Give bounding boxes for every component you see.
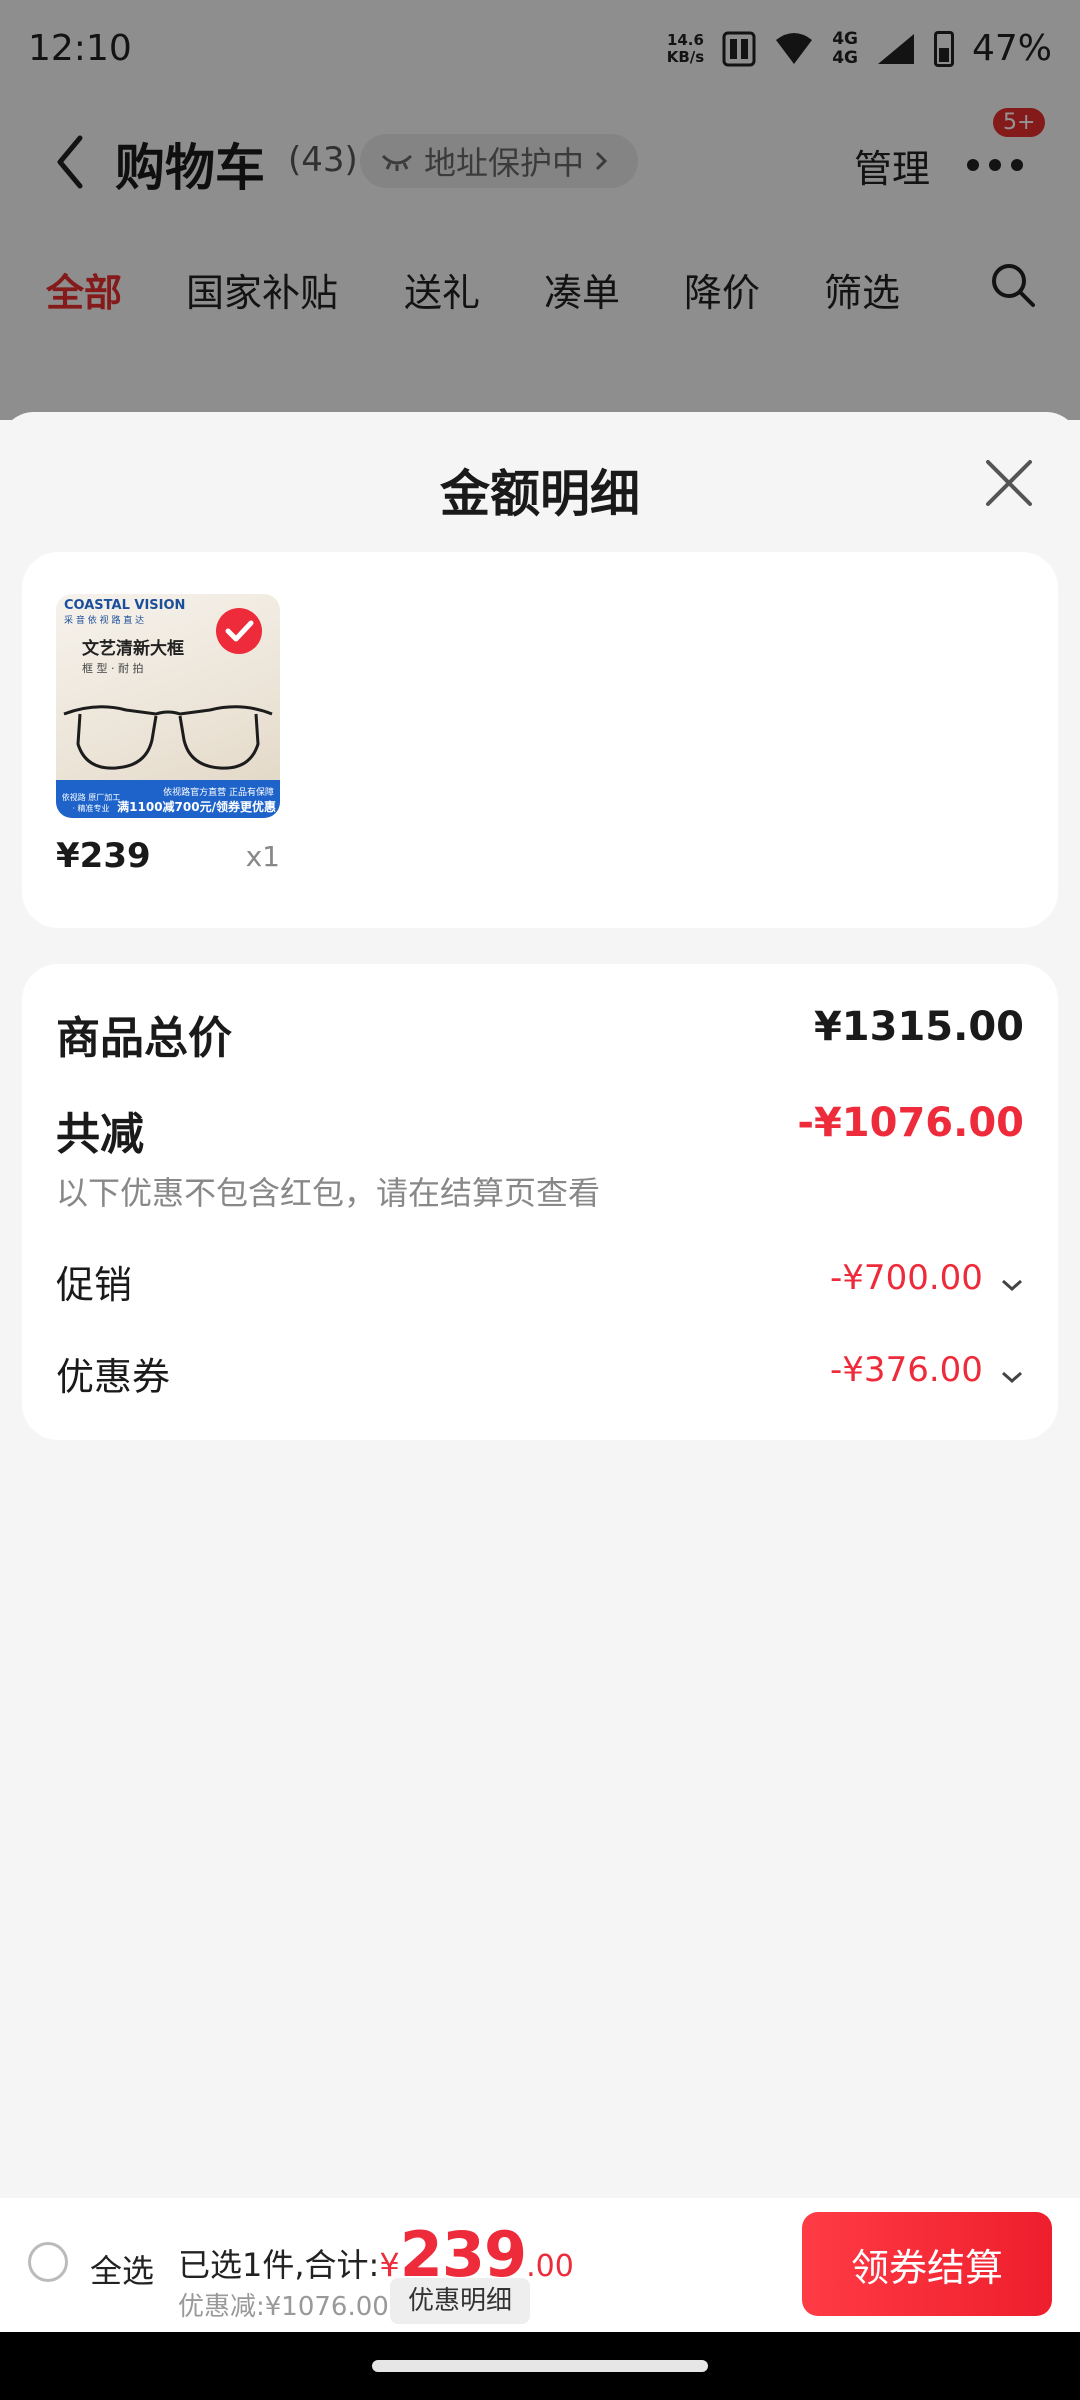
coupon-row[interactable]: -¥376.00 [830, 1350, 1024, 1390]
home-indicator[interactable] [372, 2360, 708, 2372]
coupon-value: -¥376.00 [830, 1350, 983, 1390]
product-price: ¥239 [56, 836, 151, 876]
cart-page-background: 12:10 14.6 KB/s 4G 4G 47% 购物车 (43) 地址保护中… [0, 0, 1080, 420]
total-amount-decimal: .00 [526, 2249, 574, 2284]
selected-count-text: 已选1件,合计: [178, 2246, 380, 2284]
checkout-bar: 全选 已选1件,合计:¥239.00 优惠减:¥1076.00 优惠明细 领券结… [0, 2198, 1080, 2332]
amount-detail-sheet: 金额明细 COASTAL VISION 采 音 依 视 路 直 达 文艺清新大框… [0, 412, 1080, 2198]
promotion-value: -¥700.00 [830, 1258, 983, 1298]
thumb-brand: COASTAL VISION [64, 598, 186, 613]
close-icon[interactable] [982, 456, 1036, 510]
sheet-title: 金额明细 [440, 465, 640, 523]
total-price-value: ¥1315.00 [813, 1004, 1024, 1050]
thumb-promo-bar: 依视路 原厂加工 · 精准专业 依视路官方直营 正品有保障 满1100减700元… [56, 780, 280, 818]
thumb-promo: 满1100减700元/领券更优惠 [117, 800, 276, 814]
product-thumbnail[interactable]: COASTAL VISION 采 音 依 视 路 直 达 文艺清新大框 框 型 … [56, 594, 280, 818]
thumb-store: 依视路 原厂加工 · 精准专业 [61, 793, 121, 813]
thumb-tagline: 文艺清新大框 [82, 639, 184, 659]
amount-summary-card: 商品总价 ¥1315.00 共减 -¥1076.00 以下优惠不包含红包，请在结… [22, 964, 1058, 1440]
promotion-row[interactable]: -¥700.00 [830, 1258, 1024, 1298]
discount-detail-button[interactable]: 优惠明细 [390, 2278, 531, 2324]
total-price-label: 商品总价 [56, 1013, 232, 1064]
checkout-button[interactable]: 领券结算 [802, 2212, 1052, 2316]
product-card: COASTAL VISION 采 音 依 视 路 直 达 文艺清新大框 框 型 … [22, 552, 1058, 928]
chevron-down-icon [1002, 1279, 1022, 1291]
total-reduce-value: -¥1076.00 [797, 1100, 1024, 1146]
glasses-image [63, 705, 273, 770]
chevron-down-icon [1002, 1371, 1022, 1383]
product-price-row: ¥239 x1 [56, 818, 280, 882]
modal-overlay[interactable] [0, 0, 1080, 420]
thumb-brand-cn: 采 音 依 视 路 直 达 [64, 616, 145, 626]
checkmark-icon [225, 620, 254, 642]
product-quantity: x1 [245, 840, 280, 873]
promotion-label: 促销 [56, 1263, 133, 1307]
thumb-official: 依视路官方直营 正品有保障 [163, 788, 274, 798]
discount-note: 以下优惠不包含红包，请在结算页查看 [56, 1174, 601, 1212]
discount-amount: 优惠减:¥1076.00 [178, 2292, 389, 2322]
select-all-radio[interactable] [28, 2242, 68, 2282]
selected-check-icon[interactable] [216, 608, 262, 654]
product-item[interactable]: COASTAL VISION 采 音 依 视 路 直 达 文艺清新大框 框 型 … [56, 594, 280, 882]
coupon-label: 优惠券 [56, 1355, 171, 1399]
total-reduce-label: 共减 [56, 1109, 144, 1160]
select-all-label[interactable]: 全选 [90, 2246, 154, 2292]
system-nav-bar [0, 2332, 1080, 2400]
